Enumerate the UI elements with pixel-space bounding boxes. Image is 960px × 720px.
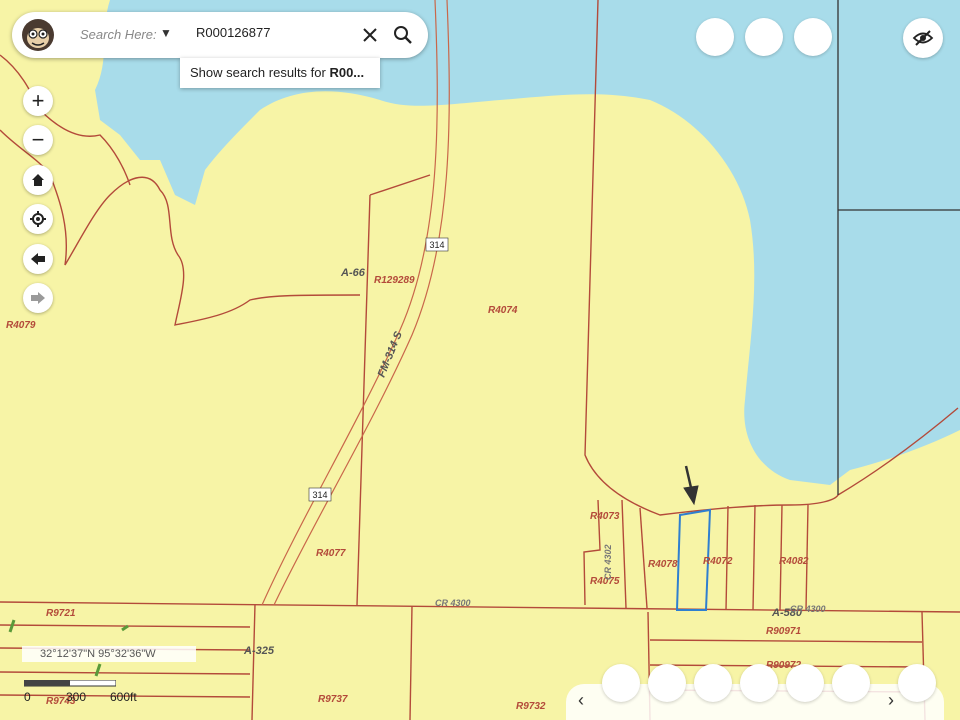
eye-off-icon (912, 30, 934, 46)
search-icon[interactable] (392, 24, 414, 46)
parcel-label: R4072 (703, 556, 733, 567)
parcel-label: R4074 (488, 305, 518, 316)
carousel-item[interactable] (740, 664, 778, 702)
shield-label: 314 (312, 490, 327, 500)
toolbar-circle-button[interactable] (696, 18, 734, 56)
scale-label: 600ft (110, 690, 137, 704)
toolbar-circle-button[interactable] (745, 18, 783, 56)
scale-label: 0 (24, 690, 31, 704)
search-hint: Search Here: (80, 27, 157, 42)
parcel-label: R90971 (766, 626, 801, 637)
carousel-item[interactable] (898, 664, 936, 702)
scale-bar (24, 680, 116, 687)
home-button[interactable] (23, 165, 53, 195)
parcel-label: R9737 (318, 694, 348, 705)
parcel-label: R4079 (6, 320, 36, 331)
carousel-item[interactable] (694, 664, 732, 702)
monkey-logo-icon[interactable] (20, 17, 56, 53)
abstract-label: A-66 (340, 267, 366, 279)
locate-icon (30, 211, 46, 227)
abstract-label: A-325 (243, 645, 275, 657)
parcel-label: R9721 (46, 608, 76, 619)
carousel-prev-button[interactable]: ‹ (578, 690, 584, 711)
parcel-label: R129289 (374, 275, 415, 286)
caret-down-icon[interactable]: ▼ (160, 26, 172, 40)
visibility-toggle-button[interactable] (903, 18, 943, 58)
carousel-item[interactable] (602, 664, 640, 702)
back-button[interactable] (23, 244, 53, 274)
close-icon[interactable] (360, 25, 380, 45)
suggestion-query: R00... (329, 65, 365, 80)
parcel-label: R4082 (779, 556, 809, 567)
search-input[interactable]: R000126877 (196, 25, 270, 40)
arrow-right-icon (31, 292, 45, 304)
zoom-in-button[interactable]: + (23, 86, 53, 116)
parcel-label: R4078 (648, 559, 678, 570)
scale-label: 300 (66, 690, 87, 704)
road-label: CR 4302 (603, 544, 613, 580)
carousel-next-button[interactable]: › (888, 690, 894, 711)
forward-button[interactable] (23, 283, 53, 313)
carousel-item[interactable] (832, 664, 870, 702)
search-suggestion[interactable]: Show search results for R00... (180, 58, 380, 88)
carousel-item[interactable] (648, 664, 686, 702)
zoom-out-button[interactable]: − (23, 125, 53, 155)
zoom-out-label: − (31, 127, 45, 152)
locate-button[interactable] (23, 204, 53, 234)
parcel-label: R4077 (316, 548, 346, 559)
coordinates-readout: 32°12'37"N 95°32'36"W (22, 646, 196, 662)
home-icon (32, 174, 44, 186)
parcel-map[interactable]: 314 314 R4079 R129289 R4074 R4077 R4073 … (0, 0, 960, 720)
carousel-item[interactable] (786, 664, 824, 702)
road-label: CR 4300 (435, 598, 471, 608)
arrow-left-icon (31, 253, 45, 265)
parcel-label: R4073 (590, 511, 620, 522)
toolbar-circle-button[interactable] (794, 18, 832, 56)
zoom-in-label: + (31, 88, 45, 113)
road-label: CR 4300 (790, 604, 826, 614)
shield-label: 314 (429, 240, 444, 250)
suggestion-text: Show search results for (190, 65, 330, 80)
parcel-label: R9732 (516, 701, 546, 712)
search-bar: Search Here: ▼ R000126877 (12, 12, 428, 58)
